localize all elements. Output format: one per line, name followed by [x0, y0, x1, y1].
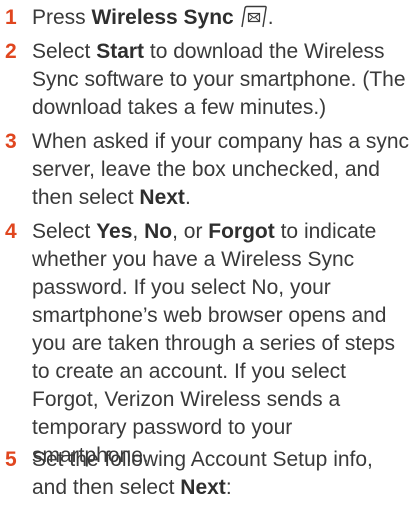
- step-line: download takes a few minutes.): [32, 96, 327, 119]
- next-label: Next: [180, 476, 226, 499]
- step-line: Select Start to download the Wireless: [32, 40, 385, 63]
- step-line: password. If you select No, your: [32, 276, 331, 299]
- step-line: Set the following Account Setup info,: [32, 448, 373, 471]
- step-number: 1: [5, 6, 17, 29]
- step-number: 4: [5, 220, 17, 243]
- step-number: 2: [5, 40, 17, 63]
- step-line: server, leave the box unchecked, and: [32, 158, 380, 181]
- step-line: and then select Next:: [32, 476, 232, 499]
- step-line: you are taken through a series of steps: [32, 332, 396, 355]
- wireless-sync-label: Wireless Sync: [91, 6, 234, 29]
- yes-label: Yes: [96, 220, 133, 243]
- forgot-label: Forgot: [208, 220, 275, 243]
- step-line: Sync software to your smartphone. (The: [32, 68, 406, 91]
- step-line: Forgot, Verizon Wireless sends a: [32, 388, 341, 411]
- step-line: whether you have a Wireless Sync: [32, 248, 355, 271]
- step-line: to create an account. If you select: [32, 360, 347, 383]
- step-line: When asked if your company has a sync: [32, 130, 410, 153]
- step-text: Press Wireless Sync.: [32, 4, 410, 37]
- wireless-sync-key-icon: [238, 5, 268, 37]
- step-line: then select Next.: [32, 186, 191, 209]
- step-text: Set the following Account Setup info, an…: [32, 446, 410, 502]
- step-text: Select Start to download the Wireless Sy…: [32, 38, 410, 122]
- no-label: No: [144, 220, 173, 243]
- step-line: Press Wireless Sync.: [32, 4, 410, 37]
- step-number: 3: [5, 130, 17, 153]
- step-number: 5: [5, 448, 17, 471]
- step-line: temporary password to your: [32, 416, 293, 439]
- step-text: Select Yes, No, or Forgot to indicate wh…: [32, 218, 410, 470]
- step-line: smartphone’s web browser opens and: [32, 304, 387, 327]
- start-label: Start: [96, 40, 145, 63]
- next-label: Next: [139, 186, 185, 209]
- step-text: When asked if your company has a sync se…: [32, 128, 410, 212]
- step-line: Select Yes, No, or Forgot to indicate: [32, 220, 377, 243]
